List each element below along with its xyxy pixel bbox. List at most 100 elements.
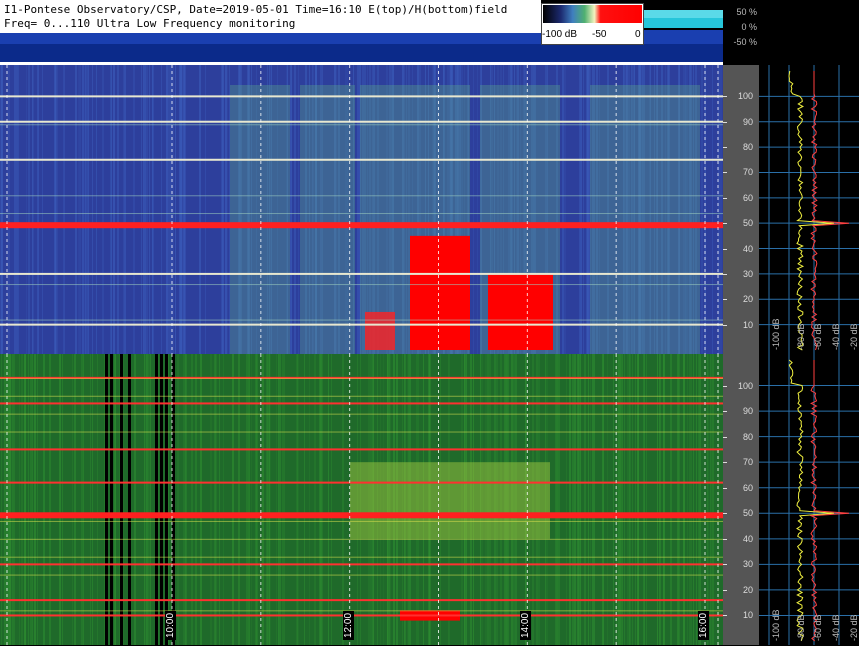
texture-streak [696, 354, 697, 645]
minor-line [0, 538, 723, 540]
texture-streak [26, 65, 27, 354]
texture-streak [12, 354, 13, 645]
texture-streak [56, 65, 58, 354]
texture-streak [556, 354, 558, 645]
y-tick-label: 70 [742, 457, 753, 468]
texture-streak [1, 65, 3, 354]
db-axis-label: -20 dB [849, 614, 859, 641]
y-tick-label: 50 [742, 508, 753, 519]
texture-streak [79, 65, 81, 354]
y-tick-mark [723, 273, 727, 275]
texture-streak [477, 65, 478, 354]
freq-line [0, 614, 723, 617]
y-tick-label: 100 [737, 91, 753, 102]
texture-streak [25, 354, 26, 645]
texture-streak [145, 354, 146, 645]
texture-streak [712, 65, 713, 354]
texture-streak [314, 354, 316, 645]
texture-streak [607, 354, 608, 645]
texture-streak [227, 65, 228, 354]
freq-line [0, 599, 723, 602]
texture-streak [473, 65, 474, 354]
y-tick-label: 60 [742, 192, 753, 203]
texture-streak [635, 354, 636, 645]
freq-line [0, 563, 723, 566]
y-tick-mark [723, 96, 727, 98]
texture-streak [85, 65, 86, 354]
texture-streak [279, 354, 281, 645]
texture-streak [152, 65, 153, 354]
texture-streak [87, 65, 88, 354]
texture-streak [150, 354, 151, 645]
burst-region [410, 235, 470, 350]
gap-bar [165, 354, 168, 645]
db-axis-label: -60 dB [813, 614, 823, 641]
db-axis-label: -60 dB [813, 323, 823, 350]
y-tick-label: 20 [742, 294, 753, 305]
texture-streak [200, 354, 202, 645]
texture-streak [298, 65, 299, 354]
h-frequency-axis: 10 20 30 40 50 60 70 80 90 100 [723, 354, 759, 645]
texture-streak [619, 354, 621, 645]
texture-streak [282, 354, 284, 645]
texture-streak [195, 354, 197, 645]
texture-streak [8, 354, 9, 645]
texture-streak [691, 354, 692, 645]
profile-average [788, 359, 835, 642]
texture-streak [134, 354, 136, 645]
texture-streak [49, 354, 51, 645]
activity-zone [230, 85, 290, 354]
db-axis-label: -40 dB [831, 614, 841, 641]
freq-line [0, 120, 723, 123]
texture-streak [177, 354, 179, 645]
y-tick-label: 80 [742, 431, 753, 442]
texture-streak [643, 354, 644, 645]
texture-streak [183, 354, 184, 645]
percent-scale: 50 % 0 % -50 % [723, 0, 759, 62]
texture-streak [4, 354, 5, 645]
texture-streak [622, 354, 623, 645]
y-tick-label: 40 [742, 243, 753, 254]
texture-streak [146, 65, 148, 354]
texture-streak [147, 354, 148, 645]
texture-streak [63, 65, 64, 354]
activity-zone [350, 462, 550, 539]
chart-subtitle: Freq= 0...110 Ultra Low Frequency monito… [4, 17, 296, 30]
freq-line [0, 158, 723, 161]
texture-streak [589, 65, 590, 354]
texture-streak [96, 65, 97, 354]
texture-streak [38, 65, 39, 354]
gap-bar [160, 354, 163, 645]
texture-streak [82, 65, 84, 354]
texture-streak [175, 65, 176, 354]
texture-streak [720, 65, 722, 354]
texture-streak [221, 65, 223, 354]
texture-streak [592, 354, 593, 645]
percent-tick: -50 % [733, 37, 757, 47]
minor-line [0, 556, 723, 558]
h-spectrum-profile [759, 354, 859, 645]
texture-streak [158, 354, 159, 645]
texture-streak [584, 354, 586, 645]
texture-streak [342, 354, 344, 645]
texture-streak [72, 354, 73, 645]
y-tick-mark [723, 197, 727, 199]
minor-line [0, 395, 723, 397]
profile-average [788, 70, 835, 351]
texture-streak [632, 354, 633, 645]
texture-streak [659, 354, 660, 645]
texture-streak [238, 354, 240, 645]
profile-top-blank [759, 0, 859, 62]
burst-region [365, 311, 395, 350]
texture-streak [168, 65, 170, 354]
time-label: 14:00 [520, 610, 532, 640]
y-tick-label: 30 [742, 559, 753, 570]
texture-streak [284, 354, 285, 645]
texture-streak [199, 65, 201, 354]
texture-streak [30, 354, 32, 645]
texture-streak [262, 354, 264, 645]
texture-streak [148, 354, 149, 645]
texture-streak [294, 65, 296, 354]
texture-streak [78, 65, 79, 354]
texture-streak [249, 354, 250, 645]
